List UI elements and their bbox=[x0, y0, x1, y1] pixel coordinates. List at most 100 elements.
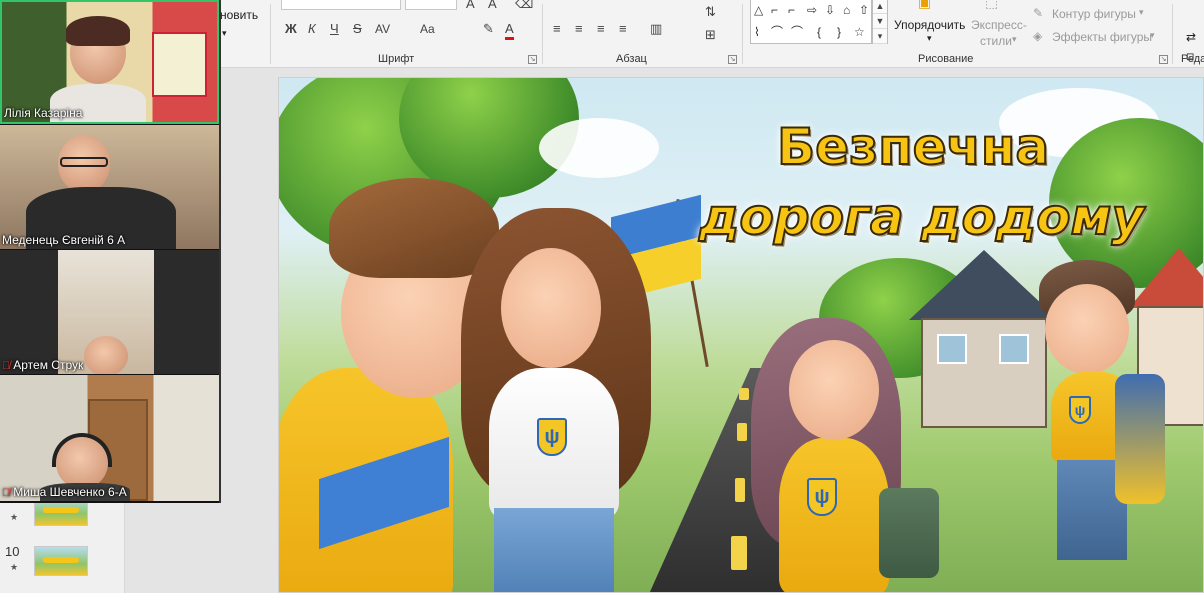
animation-star-icon: ★ bbox=[10, 512, 19, 522]
house-window bbox=[999, 334, 1029, 364]
chevron-down-icon[interactable]: ▾ bbox=[1150, 30, 1155, 41]
arrange-button[interactable]: Упорядочить bbox=[894, 18, 965, 32]
participant-video bbox=[0, 375, 219, 501]
character-spacing-button[interactable]: AV bbox=[375, 21, 390, 37]
participant-face bbox=[84, 336, 128, 374]
house-window bbox=[937, 334, 967, 364]
participant-hair bbox=[66, 16, 130, 46]
backpack bbox=[879, 488, 939, 578]
freeform-shape-icon[interactable]: ⌇ bbox=[754, 25, 760, 39]
paragraph-dialog-launcher[interactable]: ↘ bbox=[728, 55, 737, 64]
align-center-icon[interactable]: ≡ bbox=[575, 21, 583, 37]
slide-canvas[interactable]: ψ ψ ψ Безпечна дорога додому bbox=[278, 77, 1204, 593]
left-brace-shape-icon[interactable]: { bbox=[817, 25, 821, 39]
girl-head bbox=[501, 248, 601, 368]
shape-effects-button[interactable]: Эффекты фигуры bbox=[1052, 30, 1152, 44]
align-right-icon[interactable]: ≡ bbox=[597, 21, 605, 37]
arrange-icon[interactable]: ▣ bbox=[918, 0, 931, 11]
smartart-icon[interactable]: ⊞ bbox=[705, 27, 716, 43]
video-tile[interactable]: Меденець Євгеній 6 А bbox=[0, 125, 219, 249]
clear-format-icon[interactable]: ⌫ bbox=[515, 0, 533, 12]
muted-mic-icon: 🎙̸ bbox=[2, 487, 11, 499]
trident-emblem: ψ bbox=[807, 478, 837, 516]
wall-poster bbox=[152, 32, 207, 97]
down-arrow-shape-icon[interactable]: ⇩ bbox=[825, 3, 835, 17]
strikethrough-button[interactable]: S bbox=[353, 21, 362, 37]
drawing-group-label: Рисование bbox=[918, 53, 974, 65]
drawing-dialog-launcher[interactable]: ↘ bbox=[1159, 55, 1168, 64]
font-name-box[interactable] bbox=[281, 0, 401, 10]
cloud bbox=[539, 118, 659, 178]
chevron-up-icon[interactable]: ▲ bbox=[873, 0, 887, 14]
shape-outline-button[interactable]: Контур фигуры bbox=[1052, 7, 1136, 21]
video-call-panel: Лілія Казаріна Меденець Євгеній 6 А 🎙̸ Ар… bbox=[0, 0, 221, 503]
font-color-button[interactable]: A bbox=[505, 21, 514, 40]
slide-title-line2[interactable]: дорога додому bbox=[698, 187, 1145, 247]
bold-button[interactable]: Ж bbox=[285, 21, 297, 37]
underline-button[interactable]: Ч bbox=[330, 21, 339, 37]
backpack bbox=[1115, 374, 1165, 504]
participant-video bbox=[58, 250, 154, 374]
chevron-down-icon[interactable]: ▾ bbox=[1012, 34, 1017, 45]
muted-mic-icon: 🎙̸ bbox=[2, 360, 11, 372]
chevron-down-icon[interactable]: ▾ bbox=[1139, 7, 1144, 18]
right-brace-shape-icon[interactable]: } bbox=[837, 25, 841, 39]
ribbon-separator bbox=[542, 4, 543, 64]
text-direction-icon[interactable]: ⇅ bbox=[705, 4, 716, 20]
find-icon[interactable]: ⇄ bbox=[1186, 30, 1196, 44]
italic-button[interactable]: К bbox=[308, 21, 316, 37]
presentation-app: новить ▾ A A ⌫ Ж К Ч S AV Aa A ✎ Шрифт ↘… bbox=[0, 0, 1204, 593]
curve-shape-icon[interactable]: ⌒ bbox=[791, 25, 803, 39]
up-arrow-shape-icon[interactable]: ⇧ bbox=[859, 3, 869, 17]
chevron-down-icon[interactable]: ▼ bbox=[873, 14, 887, 29]
font-group-label: Шрифт bbox=[378, 53, 415, 65]
shapes-gallery[interactable]: △ ⌐ ⌐ ⇨ ⇩ ⌂ ⇧ ⌇ ⌒ ⌒ { } ☆ bbox=[750, 0, 872, 44]
chevron-down-icon[interactable]: ▾ bbox=[222, 28, 227, 39]
video-tile[interactable]: Лілія Казаріна bbox=[0, 0, 219, 124]
slide-thumbnail-10[interactable] bbox=[34, 546, 88, 576]
right-arrow-shape-icon[interactable]: ⇨ bbox=[807, 3, 817, 17]
editing-group-label: Реда bbox=[1181, 53, 1204, 65]
triangle-shape-icon[interactable]: △ bbox=[754, 3, 763, 17]
align-left-icon[interactable]: ≡ bbox=[553, 21, 561, 37]
arc-shape-icon[interactable]: ⌒ bbox=[771, 25, 783, 39]
pentagon-shape-icon[interactable]: ⌂ bbox=[843, 3, 850, 17]
video-tile[interactable]: 🎙̸ Артем Струк bbox=[0, 250, 219, 374]
elbow-connector-icon[interactable]: ⌐ bbox=[771, 3, 778, 17]
small-girl-head bbox=[789, 340, 879, 440]
quick-styles-icon[interactable]: ⬚ bbox=[985, 0, 998, 11]
video-tile[interactable]: 🎙̸ Миша Шевченко 6-А bbox=[0, 375, 219, 501]
participant-name: Лілія Казаріна bbox=[4, 106, 83, 120]
highlight-icon[interactable]: ✎ bbox=[483, 21, 494, 37]
paragraph-group-label: Абзац bbox=[616, 53, 647, 65]
participant-video bbox=[0, 125, 219, 249]
justify-icon[interactable]: ≡ bbox=[619, 21, 627, 37]
cut-text[interactable]: новить bbox=[220, 8, 258, 22]
shape-outline-icon[interactable]: ✎ bbox=[1033, 6, 1043, 20]
slide-title-line1[interactable]: Безпечна bbox=[776, 117, 1050, 177]
gallery-scroll[interactable]: ▲ ▼ ▾ bbox=[872, 0, 888, 44]
font-shrink-icon[interactable]: A bbox=[488, 0, 497, 12]
participant-name: 🎙̸ Артем Струк bbox=[2, 358, 84, 372]
trident-emblem: ψ bbox=[537, 418, 567, 456]
font-size-box[interactable] bbox=[405, 0, 457, 10]
chevron-down-icon[interactable]: ▾ bbox=[927, 33, 932, 44]
elbow-connector-2-icon[interactable]: ⌐ bbox=[788, 3, 795, 17]
quick-styles-button[interactable]: Экспресс- bbox=[971, 18, 1027, 32]
ribbon-separator bbox=[270, 4, 271, 64]
small-boy-head bbox=[1045, 284, 1129, 374]
quick-styles-button-line2[interactable]: стили bbox=[980, 34, 1012, 48]
road-marking bbox=[739, 388, 749, 400]
shape-effects-icon[interactable]: ◈ bbox=[1033, 29, 1042, 43]
gallery-expand-icon[interactable]: ▾ bbox=[873, 29, 887, 44]
change-case-button[interactable]: Aa bbox=[420, 21, 435, 37]
font-dialog-launcher[interactable]: ↘ bbox=[528, 55, 537, 64]
ribbon-separator bbox=[1172, 4, 1173, 64]
small-girl-character bbox=[779, 438, 889, 592]
girl-jeans bbox=[494, 508, 614, 592]
boy-hair bbox=[329, 178, 499, 278]
font-grow-icon[interactable]: A bbox=[466, 0, 475, 12]
star-shape-icon[interactable]: ☆ bbox=[854, 25, 865, 39]
columns-icon[interactable]: ▥ bbox=[650, 21, 662, 37]
animation-star-icon: ★ bbox=[10, 562, 19, 572]
